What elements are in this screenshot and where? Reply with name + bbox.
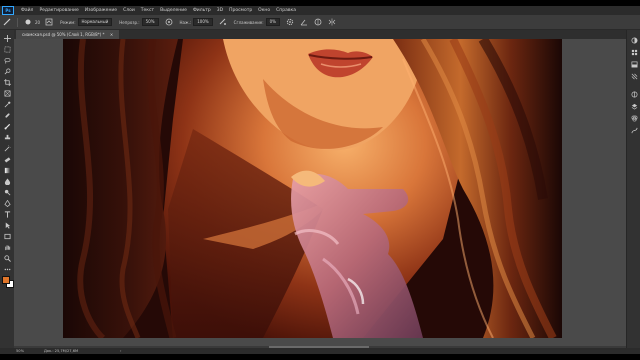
eyedropper-icon[interactable]	[3, 100, 11, 108]
zoom-icon[interactable]	[3, 254, 11, 262]
lasso-icon[interactable]	[3, 56, 11, 64]
crop-icon[interactable]	[3, 78, 11, 86]
document-canvas[interactable]	[63, 39, 562, 338]
brush-panel-icon[interactable]	[45, 18, 53, 26]
menu-file[interactable]: Файл	[18, 6, 36, 15]
menu-3d[interactable]: 3D	[214, 6, 226, 15]
pressure-opacity-icon[interactable]	[165, 18, 173, 26]
menu-layer[interactable]: Слои	[120, 6, 138, 15]
document-tab-bar: сиамская.psd @ 50% (Слой 1, RGB/8*) * ×	[14, 30, 626, 39]
letterbox-bottom	[0, 354, 640, 360]
swatches-icon[interactable]	[630, 48, 638, 56]
eraser-icon[interactable]	[3, 155, 11, 163]
close-icon[interactable]: ×	[110, 32, 113, 37]
gradients-icon[interactable]	[630, 60, 638, 68]
marquee-icon[interactable]	[3, 45, 11, 53]
menu-bar: Ps Файл Редактирование Изображение Слои …	[0, 6, 640, 15]
color-icon[interactable]	[630, 36, 638, 44]
rectangle-icon[interactable]	[3, 232, 11, 240]
menu-select[interactable]: Выделение	[157, 6, 190, 15]
opacity-label: Непрозр.:	[119, 19, 140, 25]
mode-label: Режим:	[60, 19, 76, 25]
paths-icon[interactable]	[630, 126, 638, 134]
history-brush-icon[interactable]	[3, 144, 11, 152]
flow-label: Наж.:	[179, 19, 192, 25]
airbrush-icon[interactable]	[219, 18, 227, 26]
pressure-size-icon[interactable]	[314, 18, 322, 26]
smoothing-label: Сглаживание:	[233, 19, 264, 25]
layers-icon[interactable]	[630, 102, 638, 110]
healing-icon[interactable]	[3, 111, 11, 119]
adjustments-icon[interactable]	[630, 90, 638, 98]
menu-window[interactable]: Окно	[255, 6, 273, 15]
smoothing-input[interactable]: 0%	[265, 18, 280, 26]
brush-preset-icon[interactable]	[3, 18, 11, 26]
brush-icon[interactable]	[3, 122, 11, 130]
gear-icon[interactable]	[286, 18, 294, 26]
quick-select-icon[interactable]	[3, 67, 11, 75]
channels-icon[interactable]	[630, 114, 638, 122]
painting-image	[63, 39, 562, 338]
separator	[17, 17, 18, 27]
menu-help[interactable]: Справка	[273, 6, 299, 15]
panels-dock	[626, 30, 640, 348]
options-bar: 20 Режим: Нормальный Непрозр.: 50% Наж.:…	[0, 15, 640, 30]
canvas-area[interactable]	[14, 39, 626, 346]
menu-edit[interactable]: Редактирование	[36, 6, 81, 15]
document-tab-title: сиамская.psd @ 50% (Слой 1, RGB/8*) *	[22, 32, 105, 37]
more-icon[interactable]	[3, 265, 11, 273]
opacity-input[interactable]: 50%	[141, 18, 159, 26]
menu-view[interactable]: Просмотр	[226, 6, 255, 15]
hand-icon[interactable]	[3, 243, 11, 251]
symmetry-icon[interactable]	[328, 18, 336, 26]
gradient-icon[interactable]	[3, 166, 11, 174]
frame-icon[interactable]	[3, 89, 11, 97]
menu-image[interactable]: Изображение	[82, 6, 120, 15]
flow-input[interactable]: 100%	[193, 18, 213, 26]
tools-panel	[0, 30, 15, 348]
pen-icon[interactable]	[3, 199, 11, 207]
app-logo: Ps	[2, 6, 14, 15]
brush-tip-icon[interactable]	[24, 18, 32, 26]
photoshop-window: Ps Файл Редактирование Изображение Слои …	[0, 6, 640, 354]
document-tab[interactable]: сиамская.psd @ 50% (Слой 1, RGB/8*) * ×	[16, 30, 120, 39]
menu-type[interactable]: Текст	[138, 6, 157, 15]
mode-select[interactable]: Нормальный	[77, 18, 113, 26]
move-icon[interactable]	[3, 34, 11, 42]
clone-stamp-icon[interactable]	[3, 133, 11, 141]
angle-icon[interactable]	[300, 18, 308, 26]
type-icon[interactable]	[3, 210, 11, 218]
blur-icon[interactable]	[3, 177, 11, 185]
menu-filter[interactable]: Фильтр	[190, 6, 214, 15]
dodge-icon[interactable]	[3, 188, 11, 196]
foreground-color-swatch[interactable]	[2, 276, 10, 284]
patterns-icon[interactable]	[630, 72, 638, 80]
brush-size-value: 20	[35, 19, 41, 25]
path-select-icon[interactable]	[3, 221, 11, 229]
